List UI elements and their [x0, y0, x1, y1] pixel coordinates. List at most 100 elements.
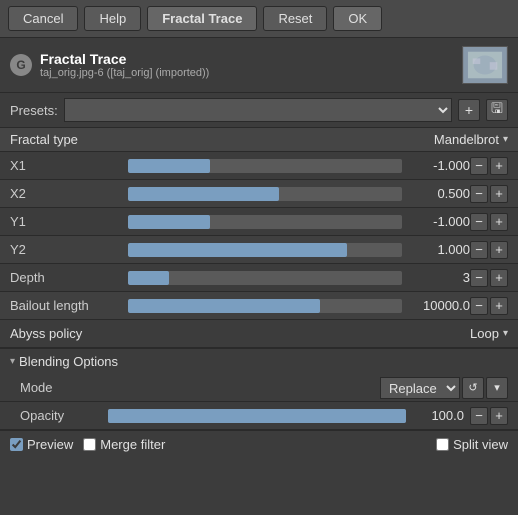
save-icon: 🖫	[491, 98, 503, 122]
abyss-row: Abyss policy Loop ▾	[0, 320, 518, 348]
fractal-type-value: Mandelbrot	[434, 132, 499, 147]
blending-section: ▾ Blending Options Mode Replace Normal M…	[0, 348, 518, 430]
add-preset-button[interactable]: +	[458, 99, 480, 121]
fractal-type-row: Fractal type Mandelbrot ▾	[0, 128, 518, 152]
param-slider-x1[interactable]	[128, 159, 402, 173]
param-value-depth: 3	[410, 270, 470, 285]
plugin-header: G Fractal Trace taj_orig.jpg-6 ([taj_ori…	[0, 38, 518, 93]
opacity-controls: − +	[470, 407, 508, 425]
param-slider-y1[interactable]	[128, 215, 402, 229]
param-value-y1: -1.000	[410, 214, 470, 229]
param-minus-y2[interactable]: −	[470, 241, 488, 259]
param-slider-x2[interactable]	[128, 187, 402, 201]
param-row-y2: Y2 1.000 − +	[0, 236, 518, 264]
blend-mode-extra-button[interactable]: ▾	[486, 377, 508, 399]
param-minus-x2[interactable]: −	[470, 185, 488, 203]
param-minus-bailout[interactable]: −	[470, 297, 488, 315]
preview-checkbox[interactable]	[10, 438, 23, 451]
param-value-y2: 1.000	[410, 242, 470, 257]
params-section: X1 -1.000 − + X2 0.500 − + Y1 -1.000 − +	[0, 152, 518, 320]
blend-mode-select-wrap: Replace Normal Multiply Screen ↺ ▾	[380, 377, 508, 399]
param-row-x2: X2 0.500 − +	[0, 180, 518, 208]
param-slider-y2[interactable]	[128, 243, 402, 257]
param-label-x2: X2	[10, 186, 120, 201]
merge-label[interactable]: Merge filter	[83, 437, 165, 452]
blending-chevron: ▾	[10, 356, 15, 367]
param-minus-depth[interactable]: −	[470, 269, 488, 287]
param-controls-bailout: − +	[470, 297, 508, 315]
chevron-down-icon: ▾	[494, 381, 500, 394]
param-minus-x1[interactable]: −	[470, 157, 488, 175]
param-controls-x1: − +	[470, 157, 508, 175]
param-label-depth: Depth	[10, 270, 120, 285]
abyss-chevron: ▾	[503, 328, 508, 339]
param-value-bailout: 10000.0	[410, 298, 470, 313]
blend-mode-reset-button[interactable]: ↺	[462, 377, 484, 399]
blending-header[interactable]: ▾ Blending Options	[0, 349, 518, 374]
abyss-label: Abyss policy	[10, 326, 82, 341]
toolbar: Cancel Help Fractal Trace Reset OK	[0, 0, 518, 38]
opacity-value: 100.0	[414, 408, 464, 423]
reset-button[interactable]: Reset	[263, 6, 327, 31]
blend-mode-select[interactable]: Replace Normal Multiply Screen	[380, 377, 460, 399]
param-row-y1: Y1 -1.000 − +	[0, 208, 518, 236]
help-button[interactable]: Help	[84, 6, 141, 31]
presets-select[interactable]	[64, 98, 452, 122]
param-plus-y1[interactable]: +	[490, 213, 508, 231]
merge-checkbox[interactable]	[83, 438, 96, 451]
split-label[interactable]: Split view	[436, 437, 508, 452]
abyss-value: Loop	[470, 326, 499, 341]
opacity-minus-button[interactable]: −	[470, 407, 488, 425]
plugin-thumbnail	[462, 46, 508, 84]
fractal-type-value-wrap[interactable]: Mandelbrot ▾	[434, 132, 508, 147]
param-plus-x1[interactable]: +	[490, 157, 508, 175]
param-plus-depth[interactable]: +	[490, 269, 508, 287]
param-row-bailout: Bailout length 10000.0 − +	[0, 292, 518, 320]
param-controls-y1: − +	[470, 213, 508, 231]
fractal-trace-button[interactable]: Fractal Trace	[147, 6, 257, 31]
fractal-type-label: Fractal type	[10, 132, 78, 147]
plugin-icon: G	[10, 54, 32, 76]
merge-text: Merge filter	[100, 437, 165, 452]
save-preset-button[interactable]: 🖫	[486, 99, 508, 121]
plugin-title: Fractal Trace	[40, 51, 454, 67]
blending-header-label: Blending Options	[19, 354, 118, 369]
blend-mode-label: Mode	[20, 380, 100, 395]
blend-mode-row: Mode Replace Normal Multiply Screen ↺ ▾	[0, 374, 518, 402]
preview-label[interactable]: Preview	[10, 437, 73, 452]
param-minus-y1[interactable]: −	[470, 213, 488, 231]
param-value-x2: 0.500	[410, 186, 470, 201]
opacity-plus-button[interactable]: +	[490, 407, 508, 425]
opacity-row: Opacity 100.0 − +	[0, 402, 518, 430]
cancel-button[interactable]: Cancel	[8, 6, 78, 31]
footer-row: Preview Merge filter Split view	[0, 430, 518, 458]
param-label-x1: X1	[10, 158, 120, 173]
split-checkbox[interactable]	[436, 438, 449, 451]
abyss-value-wrap[interactable]: Loop ▾	[470, 326, 508, 341]
footer-right: Split view	[436, 437, 508, 452]
param-value-x1: -1.000	[410, 158, 470, 173]
param-controls-y2: − +	[470, 241, 508, 259]
preview-text: Preview	[27, 437, 73, 452]
param-label-y2: Y2	[10, 242, 120, 257]
param-slider-depth[interactable]	[128, 271, 402, 285]
param-row-depth: Depth 3 − +	[0, 264, 518, 292]
opacity-label: Opacity	[20, 408, 100, 423]
plugin-subtitle: taj_orig.jpg-6 ([taj_orig] (imported))	[40, 67, 454, 79]
opacity-slider[interactable]	[108, 409, 406, 423]
param-plus-y2[interactable]: +	[490, 241, 508, 259]
presets-label: Presets:	[10, 103, 58, 118]
param-row-x1: X1 -1.000 − +	[0, 152, 518, 180]
param-plus-x2[interactable]: +	[490, 185, 508, 203]
param-controls-depth: − +	[470, 269, 508, 287]
ok-button[interactable]: OK	[333, 6, 382, 31]
reset-icon: ↺	[468, 381, 477, 394]
param-label-bailout: Bailout length	[10, 298, 120, 313]
fractal-type-chevron: ▾	[503, 134, 508, 145]
param-plus-bailout[interactable]: +	[490, 297, 508, 315]
param-controls-x2: − +	[470, 185, 508, 203]
split-text: Split view	[453, 437, 508, 452]
param-slider-bailout[interactable]	[128, 299, 402, 313]
plugin-title-group: Fractal Trace taj_orig.jpg-6 ([taj_orig]…	[40, 51, 454, 79]
param-label-y1: Y1	[10, 214, 120, 229]
